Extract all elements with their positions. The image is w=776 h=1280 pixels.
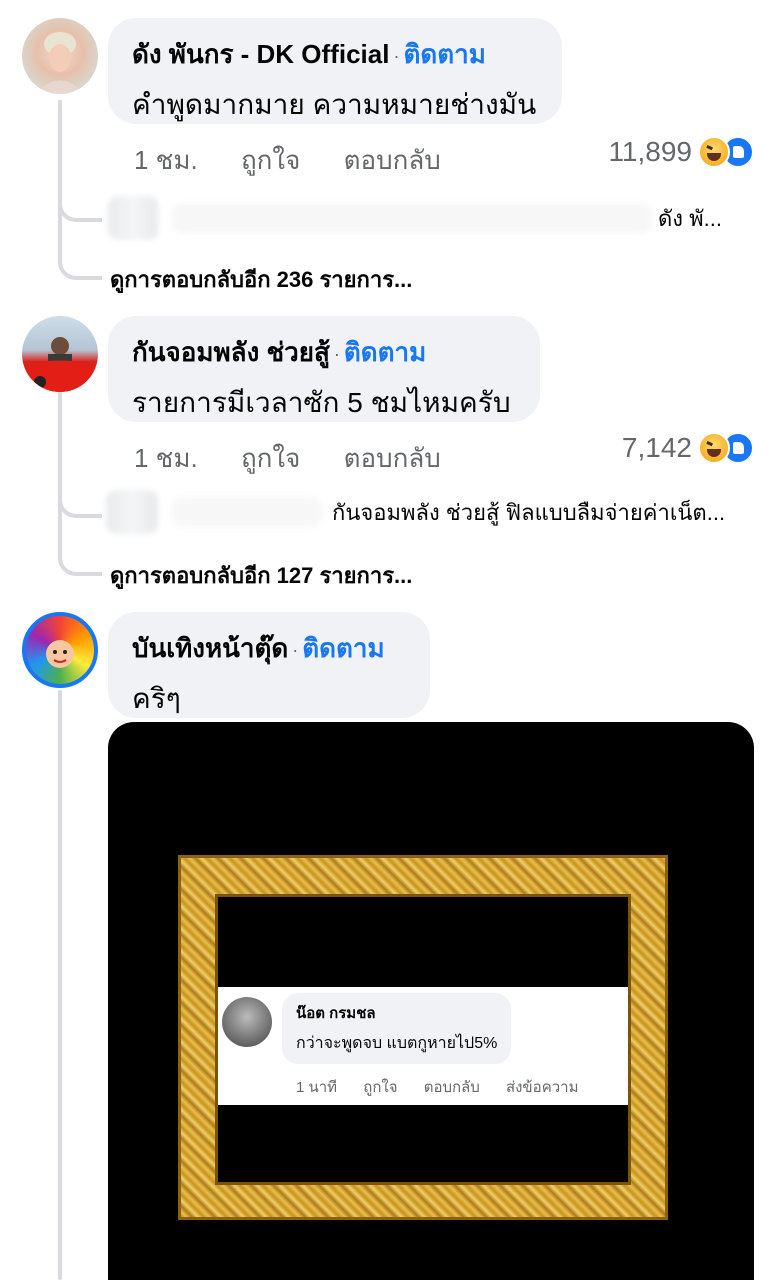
embedded-comment-screenshot: น๊อต กรมชล กว่าจะพูดจบ แบตกูหายไป5% 1 นา… [218,987,628,1105]
view-more-replies[interactable]: ดูการตอบกลับอีก 127 รายการ... [110,558,412,593]
avatar[interactable] [22,612,98,688]
comment-text: คำพูดมากมาย ความหมายช่างมัน [132,89,537,120]
comment-bubble: บันเทิงหน้าตุ๊ด · ติดตาม คริๆ [108,612,430,718]
thread-line-3 [58,690,62,1280]
avatar-cartoon-icon [46,640,74,668]
comment-author[interactable]: ดัง พันกร - DK Official [132,39,389,69]
follow-button[interactable]: ติดตาม [302,633,384,663]
comment-time[interactable]: 1 ชม. [134,443,198,473]
avatar [222,997,272,1047]
like-label: ถูกใจ [363,1079,398,1096]
separator-dot: · [333,343,340,364]
message-label: ส่งข้อความ [505,1079,579,1096]
view-more-replies[interactable]: ดูการตอบกลับอีก 236 รายการ... [110,262,412,297]
reply-preview[interactable]: กันจอมพลัง ช่วยสู้ ฟิลแบบลืมจ่ายค่าเน็ต.… [106,490,725,534]
reply-button[interactable]: ตอบกลับ [344,145,441,175]
separator-dot: · [292,639,299,660]
comment-text: กว่าจะพูดจบ แบตกูหายไป5% [296,1035,498,1052]
comment-bubble: ดัง พันกร - DK Official · ติดตาม คำพูดมากม… [108,18,562,124]
comment-bubble: น๊อต กรมชล กว่าจะพูดจบ แบตกูหายไป5% [282,993,512,1064]
comment-time: 1 นาที [296,1079,338,1096]
blurred-text [172,497,322,527]
comment-actions: 1 ชม. ถูกใจ ตอบกลับ [134,438,477,479]
frame-inner: น๊อต กรมชล กว่าจะพูดจบ แบตกูหายไป5% 1 นา… [215,894,631,1185]
reply-label: ตอบกลับ [423,1079,480,1096]
haha-reaction-icon [698,136,730,168]
follow-button[interactable]: ติดตาม [403,39,485,69]
follow-button[interactable]: ติดตาม [344,337,426,367]
blurred-avatar [106,490,158,534]
separator-dot: · [393,45,400,66]
comment-image-attachment[interactable]: น๊อต กรมชล กว่าจะพูดจบ แบตกูหายไป5% 1 นา… [108,722,754,1280]
comment-author[interactable]: กันจอมพลัง ช่วยสู้ [132,337,330,367]
reply-preview-text: ดัง พั... [658,205,722,231]
comment-author: น๊อต กรมชล [296,1005,376,1022]
haha-reaction-icon [698,432,730,464]
comment-time[interactable]: 1 ชม. [134,145,198,175]
blurred-avatar [108,196,158,240]
comment-actions: 1 ชม. ถูกใจ ตอบกลับ [134,140,477,181]
reply-preview[interactable]: ดัง พั... [108,196,722,240]
blurred-text [172,203,652,233]
reaction-count: 11,899 [608,136,692,167]
reply-button[interactable]: ตอบกลับ [344,443,441,473]
reply-preview-text: กันจอมพลัง ช่วยสู้ ฟิลแบบลืมจ่ายค่าเน็ต.… [332,499,726,525]
reaction-summary[interactable]: 7,142 [622,432,754,464]
like-button[interactable]: ถูกใจ [241,443,300,473]
gold-picture-frame: น๊อต กรมชล กว่าจะพูดจบ แบตกูหายไป5% 1 นา… [178,855,668,1220]
like-button[interactable]: ถูกใจ [241,145,300,175]
reply-connector-1b [58,200,102,280]
reaction-summary[interactable]: 11,899 [608,136,754,168]
reaction-count: 7,142 [621,432,692,463]
avatar[interactable] [22,316,98,392]
reply-connector-2b [58,500,102,576]
comment-bubble: กันจอมพลัง ช่วยสู้ · ติดตาม รายการมีเวลาซั… [108,316,540,422]
avatar-car-icon [22,337,98,392]
avatar[interactable] [22,18,98,94]
comment-author[interactable]: บันเทิงหน้าตุ๊ด [132,633,288,663]
comment-text: คริๆ [132,683,181,714]
comment-text: รายการมีเวลาซัก 5 ชมไหมครับ [132,387,511,418]
comment-actions: 1 นาที ถูกใจ ตอบกลับ ส่งข้อความ [296,1075,600,1099]
avatar-person-icon [40,32,80,94]
